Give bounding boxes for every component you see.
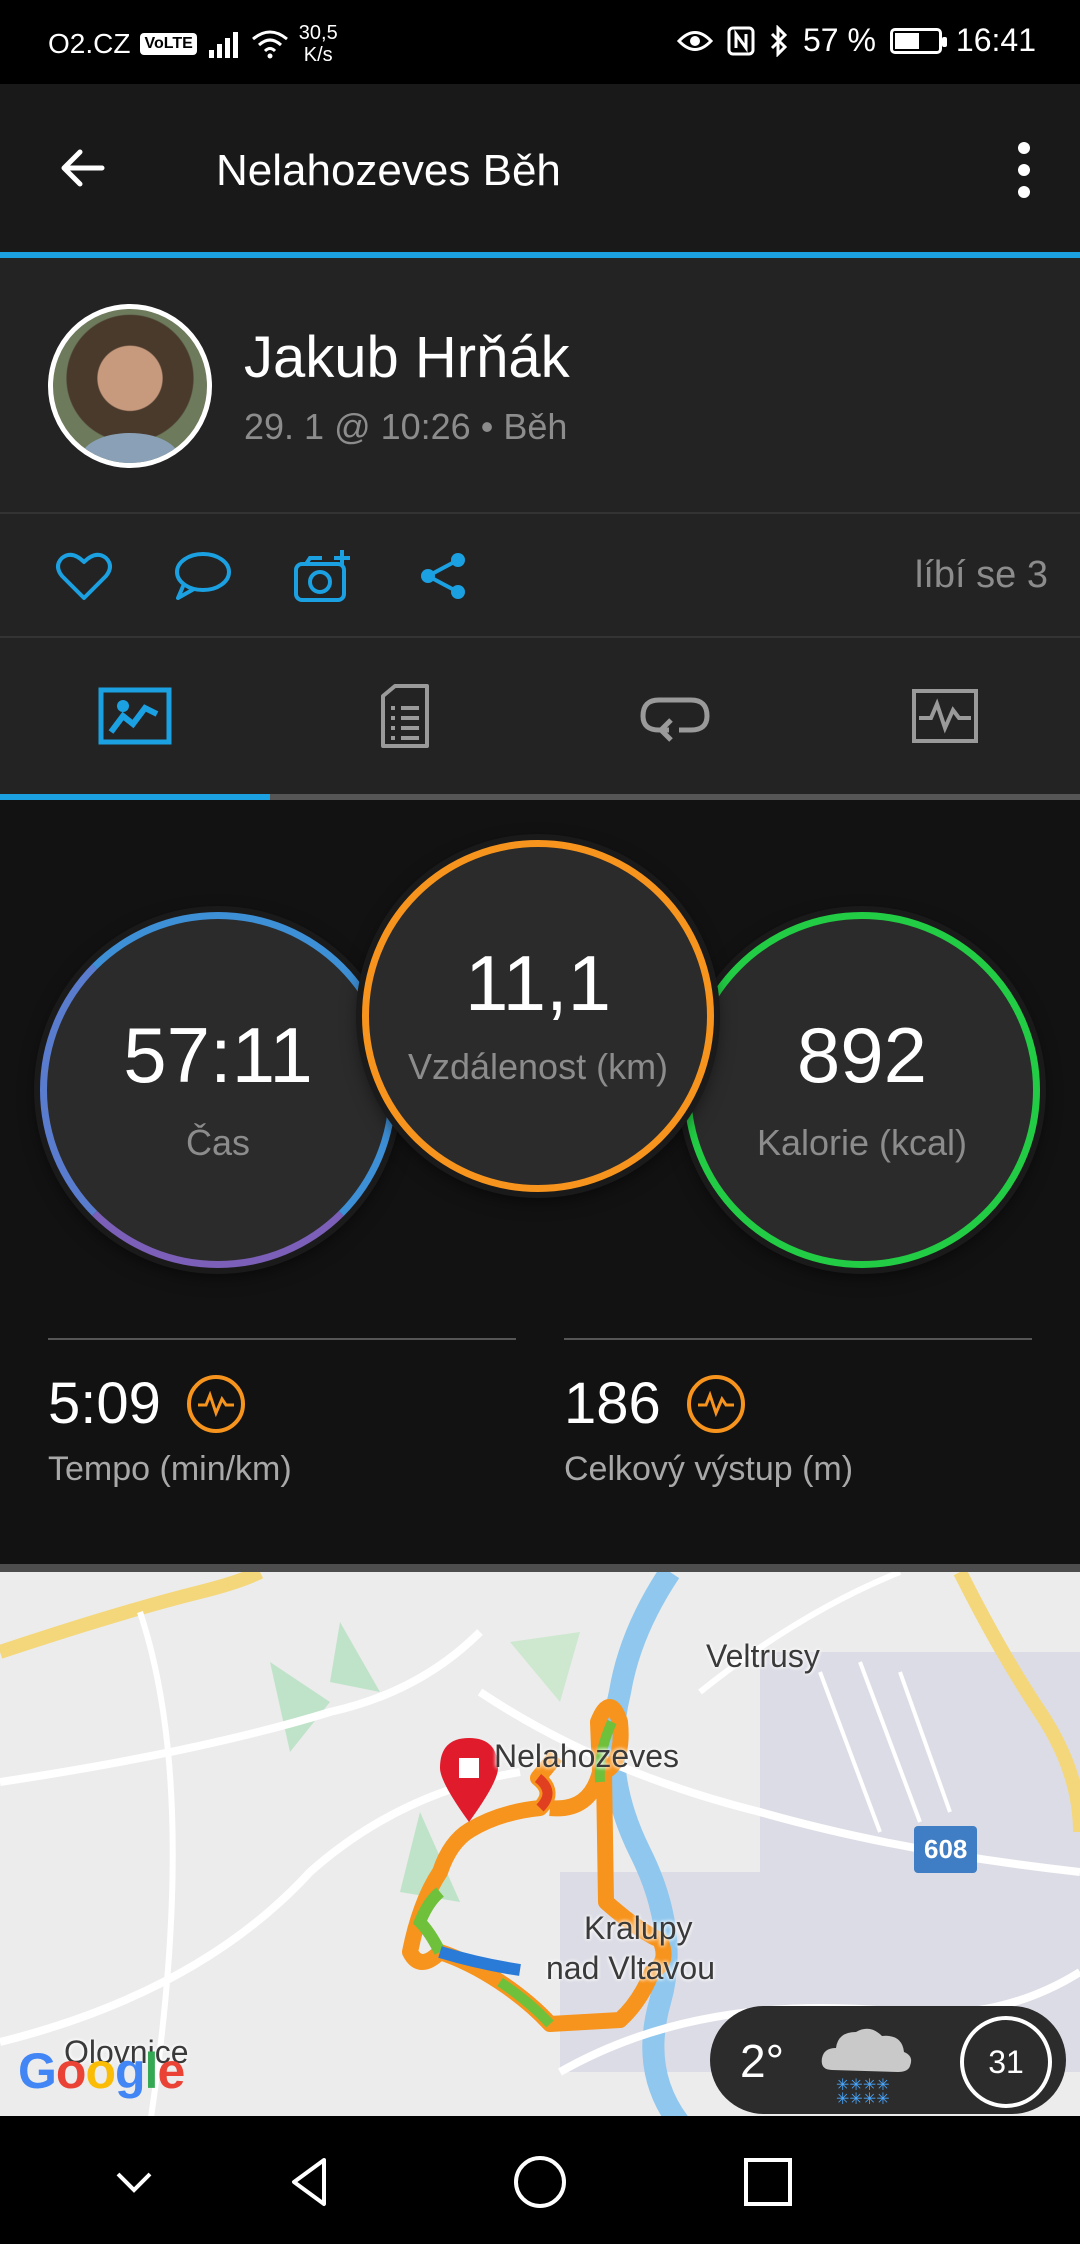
status-left: O2.CZ VoLTE 30,5 K/s xyxy=(48,22,338,66)
overview-icon xyxy=(98,687,172,745)
weather-widget[interactable]: 2° ✳✳✳✳ ✳✳✳✳ 31 xyxy=(710,2006,1066,2114)
pace-value: 5:09 xyxy=(48,1371,161,1436)
clock: 16:41 xyxy=(955,22,1036,58)
bluetooth-icon xyxy=(770,24,788,57)
social-actions: líbí se 3 xyxy=(0,514,1080,638)
tab-details[interactable] xyxy=(270,638,540,794)
tab-laps[interactable] xyxy=(540,638,810,794)
chevron-down-icon[interactable] xyxy=(104,2152,164,2212)
charts-pulse-icon xyxy=(912,689,978,743)
calories-ring: 892 Kalorie (kcal) xyxy=(684,912,1040,1268)
tab-charts[interactable] xyxy=(810,638,1080,794)
time-label: Čas xyxy=(185,1122,251,1163)
pace-label: Tempo (min/km) xyxy=(48,1450,292,1488)
battery-icon xyxy=(889,27,947,54)
road-number-sign: 608 xyxy=(914,1826,978,1873)
comment-icon[interactable] xyxy=(172,548,232,604)
activity-tabs xyxy=(0,638,1080,800)
avatar[interactable] xyxy=(48,304,212,468)
distance-value: 11,1 xyxy=(464,939,612,1027)
likes-count[interactable]: líbí se 3 xyxy=(915,554,1048,597)
nav-home-icon[interactable] xyxy=(510,2152,570,2212)
more-dot xyxy=(1018,186,1030,198)
more-dot xyxy=(1018,142,1030,154)
battery-fill xyxy=(894,32,919,49)
pace-stat: 5:09 xyxy=(48,1370,245,1437)
elevation-pulse-icon[interactable] xyxy=(686,1374,745,1433)
elevation-label: Celkový výstup (m) xyxy=(564,1450,854,1488)
map-label-kralupy: Kralupy xyxy=(584,1910,693,1946)
share-icon[interactable] xyxy=(414,548,474,604)
signal-icon xyxy=(208,32,238,58)
activity-header: Jakub Hrňák 29. 1 @ 10:26 • Běh xyxy=(0,258,1080,514)
network-speed: 30,5 K/s xyxy=(299,22,338,66)
activity-meta: 29. 1 @ 10:26 • Běh xyxy=(244,406,568,447)
battery-percent: 57 % xyxy=(802,22,876,58)
more-dot xyxy=(1018,164,1030,176)
svg-text:✳✳✳✳: ✳✳✳✳ xyxy=(836,2089,890,2104)
back-arrow-icon[interactable] xyxy=(54,140,110,196)
pace-pulse-icon[interactable] xyxy=(186,1374,245,1433)
network-speed-value: 30,5 xyxy=(298,22,338,44)
page-title: Nelahozeves Běh xyxy=(216,146,561,195)
user-name[interactable]: Jakub Hrňák xyxy=(244,324,570,391)
status-bar: O2.CZ VoLTE 30,5 K/s 57 % 16:41 xyxy=(0,0,1080,84)
nav-back-icon[interactable] xyxy=(280,2152,340,2212)
stat-divider xyxy=(48,1338,516,1340)
stats-panel: 57:11 Čas 892 Kalorie (kcal) 11,1 Vzdále… xyxy=(0,800,1080,1564)
add-photo-icon[interactable] xyxy=(292,548,352,604)
avatar-shirt xyxy=(81,433,179,463)
snow-cloud-icon: ✳✳✳✳ ✳✳✳✳ xyxy=(821,2028,912,2104)
like-heart-icon[interactable] xyxy=(54,548,114,604)
eye-icon xyxy=(676,30,713,51)
app-bar: Nelahozeves Běh xyxy=(0,84,1080,252)
map-label-nad-vltavou: nad Vltavou xyxy=(546,1950,716,1986)
route-map[interactable]: Veltrusy Nelahozeves Kralupy nad Vltavou… xyxy=(0,1564,1080,2116)
wind-value: 31 xyxy=(988,2043,1024,2080)
volte-badge: VoLTE xyxy=(140,33,197,55)
map-label-veltrusy: Veltrusy xyxy=(706,1638,820,1674)
laps-loop-icon xyxy=(640,697,710,742)
calories-label: Kalorie (kcal) xyxy=(756,1122,968,1163)
weather-temperature: 2° xyxy=(740,2035,784,2087)
status-right: 57 % 16:41 xyxy=(676,22,1036,59)
tab-overview[interactable] xyxy=(0,638,270,794)
system-nav-bar xyxy=(0,2116,1080,2244)
nav-recents-icon[interactable] xyxy=(738,2152,798,2212)
wifi-icon xyxy=(251,30,288,59)
stat-divider xyxy=(564,1338,1032,1340)
nfc-icon xyxy=(727,26,755,55)
distance-ring: 11,1 Vzdálenost (km) xyxy=(362,840,714,1192)
calories-value: 892 xyxy=(796,1011,928,1099)
elevation-stat: 186 xyxy=(564,1370,745,1437)
carrier-name: O2.CZ xyxy=(48,28,131,59)
google-logo: Google xyxy=(18,2043,185,2099)
time-ring: 57:11 Čas xyxy=(40,912,396,1268)
distance-label: Vzdálenost (km) xyxy=(407,1046,669,1087)
more-options-icon[interactable] xyxy=(1008,142,1040,198)
wind-gauge: 31 xyxy=(960,2016,1052,2108)
time-value: 57:11 xyxy=(123,1011,313,1099)
details-list-icon xyxy=(381,684,429,748)
map-label-nelahozeves: Nelahozeves xyxy=(494,1738,679,1774)
elevation-value: 186 xyxy=(564,1371,661,1436)
network-speed-unit: K/s xyxy=(303,44,333,66)
